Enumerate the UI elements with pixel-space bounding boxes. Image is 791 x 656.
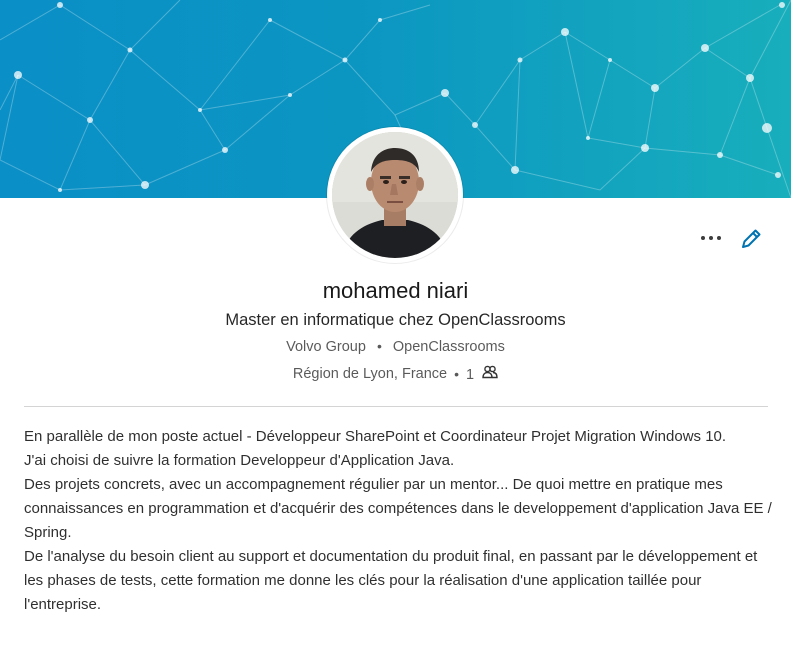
more-dot — [717, 236, 721, 240]
separator: • — [454, 366, 460, 382]
summary-line: En parallèle de mon poste actuel - Dével… — [24, 428, 727, 445]
avatar — [332, 132, 458, 258]
more-actions-button[interactable] — [696, 226, 726, 250]
connections-link[interactable]: 1 — [466, 365, 498, 383]
section-divider — [24, 406, 768, 407]
profile-location: Région de Lyon, France — [292, 366, 448, 382]
profile-headline: Master en informatique chez OpenClassroo… — [225, 311, 566, 329]
separator: • — [376, 338, 382, 354]
summary-line: Des projets concrets, avec un accompagne… — [24, 476, 772, 541]
more-dot — [709, 236, 713, 240]
pencil-icon — [742, 229, 761, 248]
person-photo-icon — [332, 132, 458, 258]
summary-line: De l'analyse du besoin client au support… — [24, 548, 758, 613]
connections-count: 1 — [466, 367, 475, 383]
profile-location-row: Région de Lyon, France • 1 — [0, 365, 791, 383]
profile-photo[interactable] — [327, 127, 463, 263]
profile-companies: Volvo Group • OpenClassrooms — [0, 338, 791, 355]
profile-summary: En parallèle de mon poste actuel - Dével… — [24, 425, 774, 617]
edit-profile-button[interactable] — [738, 226, 764, 252]
summary-line: J'ai choisi de suivre la formation Devel… — [24, 452, 455, 469]
profile-name: mohamed niari — [322, 278, 469, 303]
company-school[interactable]: OpenClassrooms — [393, 339, 505, 355]
connections-icon — [482, 365, 498, 379]
company-current[interactable]: Volvo Group — [286, 339, 366, 355]
more-horizontal-icon — [701, 236, 705, 240]
